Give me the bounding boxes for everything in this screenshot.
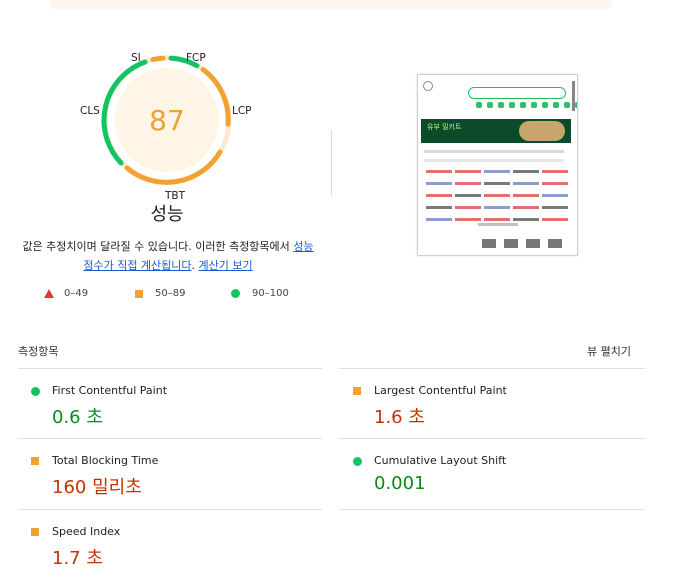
top-banner [50, 0, 612, 10]
metric-name: Cumulative Layout Shift [374, 454, 507, 467]
performance-score: 87 [149, 103, 185, 137]
performance-gauge: 87 [97, 50, 237, 190]
gauge-label-lcp: LCP [232, 105, 252, 117]
legend-fail-range: 0–49 [64, 288, 89, 299]
description-text: 값은 추정치이며 달라질 수 있습니다. 이러한 측정항목에서 [22, 240, 294, 253]
metrics-divider [339, 438, 645, 439]
metric-value: 1.6 초 [374, 407, 425, 428]
thumb-service-icons [476, 102, 577, 108]
metrics-divider [18, 368, 322, 369]
metrics-divider [339, 509, 645, 510]
thumb-tabs [424, 150, 564, 153]
metric-value: 0.6 초 [52, 407, 103, 428]
metrics-divider [18, 438, 322, 439]
thumb-ad-banner: 유부 밀키트 [421, 119, 571, 143]
metrics-divider [18, 509, 322, 510]
thumb-logo-icon [423, 81, 433, 91]
metric-value: 1.7 초 [52, 548, 103, 569]
gauge-title: 성능 [150, 204, 184, 225]
average-square-icon [135, 289, 143, 298]
metric-value: 0.001 [374, 473, 426, 494]
metric-name: First Contentful Paint [52, 384, 168, 397]
metric-value: 160 밀리초 [52, 477, 142, 498]
thumb-bottom-strip [422, 237, 572, 249]
gauge-label-cls: CLS [80, 105, 100, 117]
legend-fail: 0–49 [44, 288, 88, 299]
metric-name: Speed Index [52, 525, 121, 538]
average-square-icon [31, 457, 39, 465]
pass-circle-icon [31, 387, 40, 396]
legend-pass: 90–100 [231, 288, 289, 299]
thumb-search-bar [468, 87, 566, 99]
legend-pass-range: 90–100 [252, 288, 289, 299]
calculator-link[interactable]: 계산기 보기 [199, 259, 253, 272]
fail-triangle-icon [44, 289, 54, 298]
pass-circle-icon [353, 457, 362, 466]
thumb-banner-text: 유부 밀키트 [427, 123, 462, 131]
metric-name: Largest Contentful Paint [374, 384, 507, 397]
thumb-subtabs [424, 159, 564, 162]
metrics-section-title: 측정항목 [18, 345, 59, 358]
expand-view-button[interactable]: 뷰 펼치기 [587, 343, 631, 359]
gauge-label-si: SI [131, 52, 141, 64]
thumb-food-image [519, 121, 565, 141]
gauge-label-fcp: FCP [186, 52, 206, 64]
legend-average: 50–89 [135, 288, 185, 299]
thumb-pagination [478, 223, 518, 226]
average-square-icon [353, 387, 361, 395]
description-period: . [191, 259, 199, 272]
thumb-press-grid [426, 170, 568, 221]
vertical-divider [331, 130, 332, 196]
legend-average-range: 50–89 [155, 288, 186, 299]
metrics-divider [339, 368, 645, 369]
page-screenshot-thumbnail[interactable]: 유부 밀키트 [417, 74, 578, 256]
score-description: 값은 추정치이며 달라질 수 있습니다. 이러한 측정항목에서 성능 점수가 직… [18, 237, 318, 275]
average-square-icon [31, 528, 39, 536]
metric-name: Total Blocking Time [52, 454, 159, 467]
pass-circle-icon [231, 289, 240, 298]
